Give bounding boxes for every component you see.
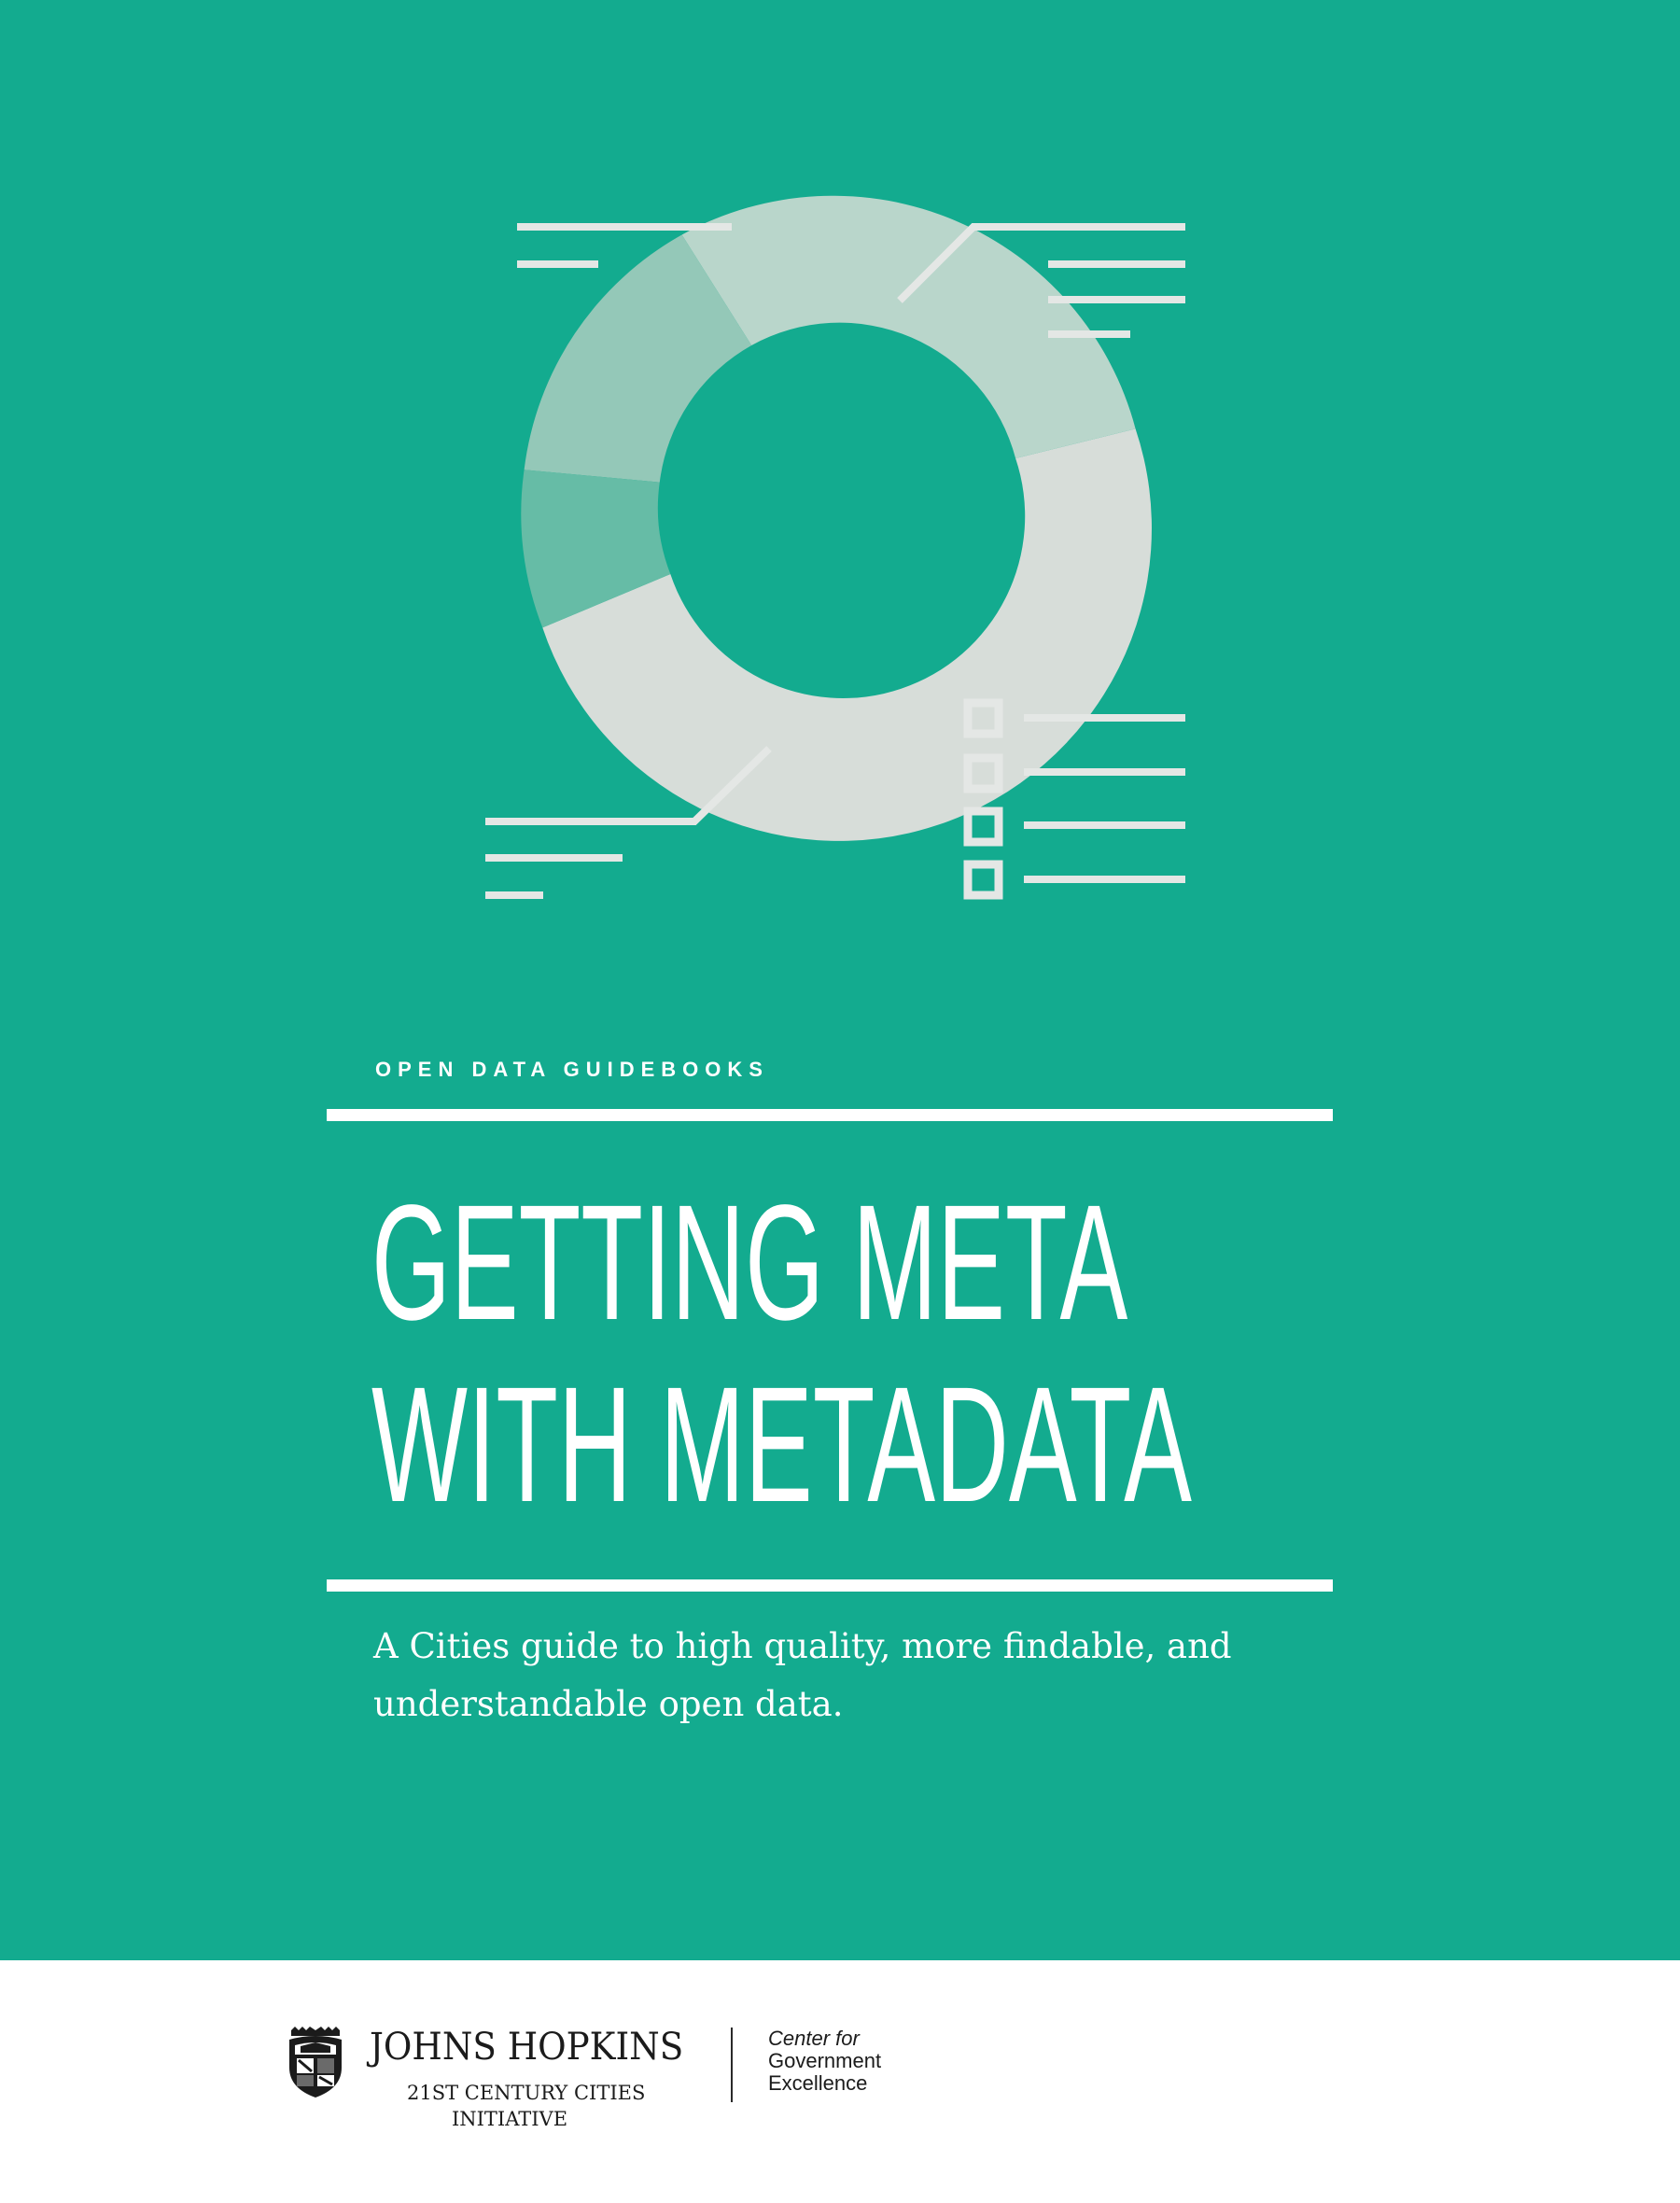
divider-rule-top bbox=[327, 1109, 1333, 1121]
cge-line-3: Excellence bbox=[768, 2071, 868, 2095]
cge-line-1: Center for bbox=[768, 2027, 860, 2050]
logo-divider bbox=[731, 2028, 733, 2102]
cover-panel: OPEN DATA GUIDEBOOKS GETTING META WITH M… bbox=[0, 0, 1680, 1960]
donut-segment-mint bbox=[681, 195, 1136, 458]
initiative-name-line-1: 21ST CENTURY CITIES bbox=[407, 2082, 646, 2104]
subtitle-line-2: understandable open data. bbox=[373, 1684, 844, 1724]
series-label: OPEN DATA GUIDEBOOKS bbox=[375, 1058, 769, 1081]
subtitle-line-1: A Cities guide to high quality, more fin… bbox=[373, 1626, 1232, 1666]
checkbox-icon bbox=[963, 807, 1003, 847]
document-subtitle: A Cities guide to high quality, more fin… bbox=[373, 1618, 1307, 1733]
donut-chart-illustration bbox=[485, 195, 1185, 900]
cge-line-2: Government bbox=[768, 2049, 882, 2072]
johns-hopkins-logo: JOHNS HOPKINS 21ST CENTURY CITIES INITIA… bbox=[286, 2024, 715, 2136]
johns-hopkins-wordmark: JOHNS HOPKINS bbox=[370, 2026, 684, 2069]
checklist-icon bbox=[963, 698, 1185, 900]
document-title-line-2: WITH METADATA bbox=[371, 1354, 1192, 1536]
jhu-shield-icon bbox=[289, 2027, 342, 2098]
divider-rule-bottom bbox=[327, 1579, 1333, 1592]
document-title-line-1: GETTING META bbox=[371, 1172, 1128, 1354]
center-for-government-excellence-logo: Center for Government Excellence bbox=[768, 2028, 955, 2112]
initiative-name-line-2: INITIATIVE bbox=[451, 2108, 568, 2130]
checkbox-icon bbox=[963, 860, 1003, 900]
donut-chart-icon bbox=[521, 195, 1152, 841]
